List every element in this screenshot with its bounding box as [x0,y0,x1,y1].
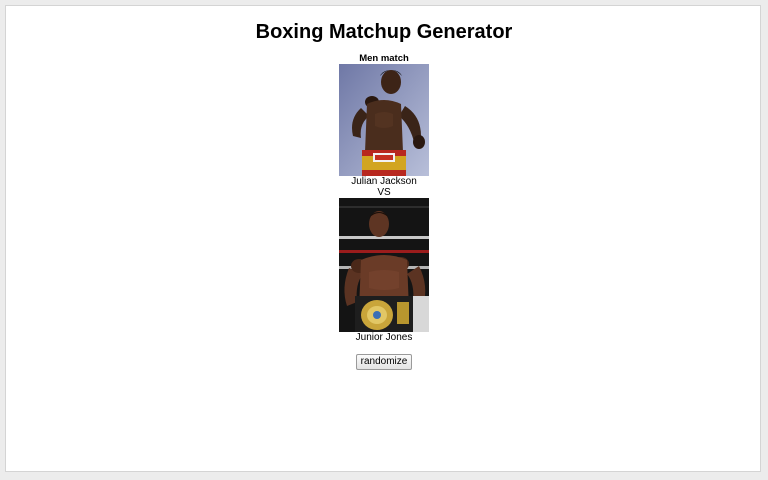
randomize-button[interactable]: randomize [355,354,413,370]
fighter1-photo [339,64,429,176]
fighter2-photo [339,198,429,332]
page-title: Boxing Matchup Generator [255,21,513,43]
fighter2-name: Junior Jones [355,332,413,343]
page-container: Boxing Matchup Generator Men match Julia… [5,5,761,472]
vs-label: VS [377,187,391,198]
section-label: Men match [359,53,409,64]
matchup-panel: Men match Julian Jackson VS Junior Jones… [6,53,762,370]
